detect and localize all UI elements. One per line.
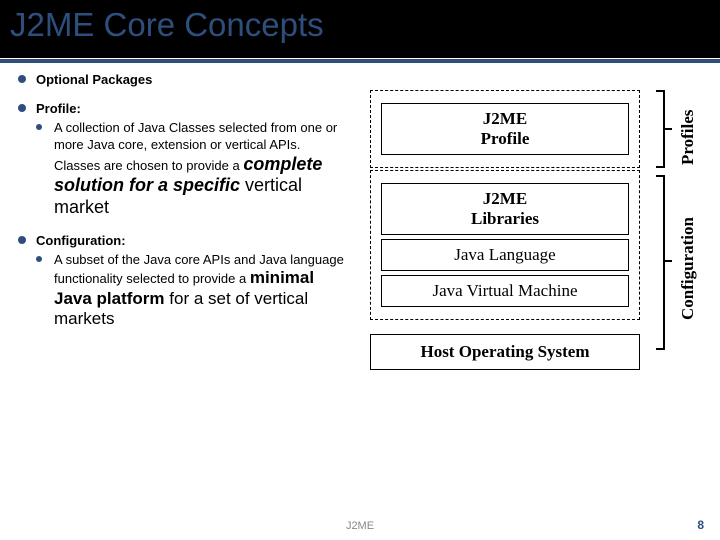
bullet-profile: Profile: A collection of Java Classes se…	[18, 101, 346, 219]
bracket-tick	[656, 90, 664, 92]
configuration-group: J2ME Libraries Java Language Java Virtua…	[370, 170, 640, 320]
bullet-optional-packages: Optional Packages	[18, 72, 346, 87]
bullet-head: Configuration:	[36, 233, 126, 248]
bracket-tick	[656, 166, 664, 168]
side-label-configuration: Configuration	[678, 217, 698, 320]
box-java-language: Java Language	[381, 239, 629, 271]
bracket-tick	[656, 348, 664, 350]
bullet-configuration: Configuration: A subset of the Java core…	[18, 233, 346, 330]
bracket-tick	[664, 128, 672, 130]
profile-group: J2ME Profile	[370, 90, 640, 168]
slide-title: J2ME Core Concepts	[10, 6, 324, 44]
bullet-head: Profile:	[36, 101, 81, 116]
side-label-profiles: Profiles	[678, 110, 698, 165]
box-j2me-profile: J2ME Profile	[381, 103, 629, 155]
title-rule	[0, 59, 720, 63]
bullet-config-sub: A subset of the Java core APIs and Java …	[36, 252, 346, 330]
box-j2me-libraries: J2ME Libraries	[381, 183, 629, 235]
slide: J2ME Core Concepts Optional Packages Pro…	[0, 0, 720, 540]
bullet-content: Optional Packages Profile: A collection …	[18, 72, 346, 344]
page-number: 8	[697, 518, 704, 532]
bullet-text: Optional Packages	[36, 72, 152, 87]
bracket-config-bar	[663, 175, 665, 350]
box-host-os: Host Operating System	[370, 334, 640, 370]
bracket-tick	[664, 260, 672, 262]
architecture-diagram: J2ME Profile J2ME Libraries Java Languag…	[370, 90, 640, 370]
box-jvm: Java Virtual Machine	[381, 275, 629, 307]
footer-center-label: J2ME	[0, 520, 720, 532]
bullet-profile-sub: A collection of Java Classes selected fr…	[36, 120, 346, 219]
bracket-tick	[656, 175, 664, 177]
